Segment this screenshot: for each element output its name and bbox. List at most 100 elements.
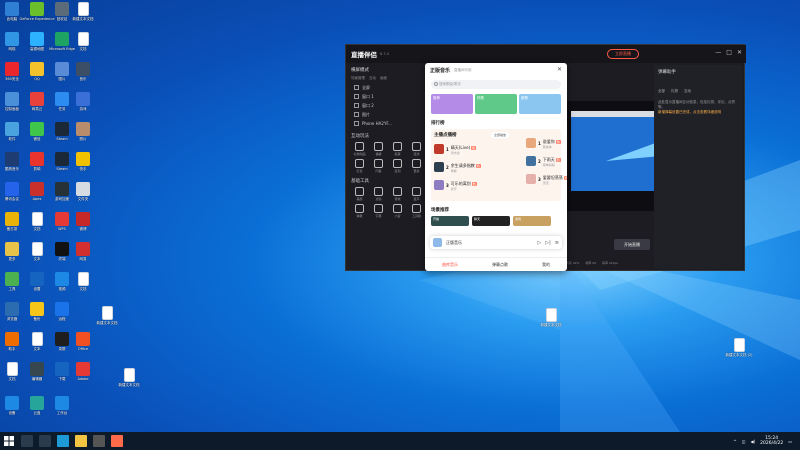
desktop-icon[interactable]: 360安全 [1,62,23,88]
sub-tab[interactable]: 场景管理 [351,76,365,81]
desktop-icon[interactable]: 设置 [26,272,48,298]
music-category-card[interactable]: 推荐 [431,94,473,114]
desktop-icon[interactable]: GeForce Experience [20,2,54,28]
tool-item[interactable]: 礼物动画 [351,142,368,156]
tool-item[interactable]: 音效 [389,187,406,201]
tool-item[interactable]: 滤镜 [370,187,387,201]
desktop-icon[interactable]: 图片 [51,62,73,88]
tool-item[interactable]: 更多 [408,159,425,173]
desktop-icon[interactable]: Microsoft Edge [49,32,75,58]
danmaku-tab[interactable]: 全部 [658,89,665,94]
start-button[interactable] [0,432,18,450]
tool-item[interactable]: 连线 [408,142,425,156]
tool-item[interactable]: 弹幕 [351,204,368,218]
sub-tab[interactable]: 互动 [369,76,376,81]
music-nav-item[interactable]: 我的 [542,262,550,268]
tool-item[interactable]: 问答 [370,159,387,173]
desktop-icon[interactable]: 微信 [26,122,48,148]
desktop-icon[interactable]: QQ [26,62,48,88]
source-checkbox[interactable] [354,85,359,90]
source-item[interactable]: 窗口 2 [351,101,426,110]
source-checkbox[interactable] [354,103,359,108]
music-category-card[interactable]: 热歌 [475,94,517,114]
source-item[interactable]: 图片 [351,110,426,119]
desktop-icon[interactable]: 新建文本文档 (2) [725,338,753,364]
volume-icon[interactable]: ◀) [751,439,756,444]
desktop-icon[interactable]: Office [72,332,94,358]
desktop-icon[interactable]: 游戏加速 [51,182,73,208]
scene-card[interactable]: 游戏 [513,216,551,226]
desktop-icon[interactable]: 剪映 [26,152,48,178]
desktop-icon[interactable]: 控制面板 [1,92,23,118]
desktop-icon[interactable]: 网易云 [26,92,48,118]
desktop-icon[interactable]: 高德地图 [26,32,48,58]
danmaku-tab[interactable]: 互动 [684,89,691,94]
minimize-icon[interactable]: — [715,49,721,56]
edge-icon[interactable] [57,435,69,447]
desktop-icon[interactable]: 视频 [51,272,73,298]
desktop-icon[interactable]: 新建文本文档 [118,368,140,394]
desktop-icon[interactable]: 助手 [1,332,23,358]
danmaku-tab[interactable]: 礼物 [671,89,678,94]
tray-chevron-icon[interactable]: ^ [733,439,736,444]
desktop-icon[interactable]: 软件 [1,122,23,148]
playlist-icon[interactable]: ≡ [555,240,559,246]
music-category-card[interactable]: 新歌 [519,94,561,114]
desktop-icon[interactable]: Steam [51,122,73,148]
desktop-icon[interactable]: 录屏 [51,332,73,358]
tool-item[interactable]: 字幕 [370,204,387,218]
network-icon[interactable]: ◫ [742,439,746,444]
desktop-icon[interactable]: 文档 [1,362,23,388]
desktop-icon[interactable]: 网络 [1,32,23,58]
search-icon[interactable] [21,435,33,447]
danmaku-link[interactable]: 新增弹幕设置已完成，点击查看详细说明 [658,110,721,114]
desktop-icon[interactable]: 备忘录 [1,212,23,238]
desktop-icon[interactable]: WPS [51,212,73,238]
desktop-icon[interactable]: 设备 [1,396,23,422]
source-checkbox[interactable] [354,112,359,117]
play-all-button[interactable]: 全部播放 [491,132,510,138]
desktop-icon[interactable]: 新建文本文档 [540,308,562,334]
music-nav-item[interactable]: 曲库音乐 [442,262,458,268]
music-search-input[interactable]: 搜索歌曲/歌手 [431,80,561,89]
tool-item[interactable]: 签到 [389,159,406,173]
desktop-icon[interactable]: 终端 [51,242,73,268]
tool-item[interactable]: 美颜 [351,187,368,201]
desktop-icon[interactable]: 文档 [72,32,94,58]
next-icon[interactable]: ▷| [545,240,551,246]
desktop-icon[interactable]: 此电脑 [1,2,23,28]
desktop-icon[interactable]: 文件夹 [72,182,94,208]
scene-mode-tab[interactable]: 横屏模式 [351,67,426,73]
desktop-icon[interactable]: 任务 [51,92,73,118]
app-icon[interactable] [93,435,105,447]
clock[interactable]: 15:24 2026/4/22 [760,436,783,446]
desktop-icon[interactable]: Steam [51,152,73,178]
tool-item[interactable]: 福袋 [370,142,387,156]
desktop-icon[interactable]: 回收站 [51,2,73,28]
music-nav-item[interactable]: 弹幕点歌 [492,262,508,268]
side-rank-row[interactable]: 2 下雨天新南拳妈妈 [526,154,567,168]
desktop-icon[interactable]: 微博 [72,212,94,238]
desktop-icon[interactable]: 网易 [72,242,94,268]
desktop-icon[interactable]: 音乐 [72,62,94,88]
task-view-icon[interactable] [39,435,51,447]
desktop-icon[interactable]: 新建文本文档 [72,2,94,28]
desktop-icon[interactable]: 快手 [72,152,94,178]
tool-item[interactable]: 投票 [389,142,406,156]
desktop-icon[interactable]: 酷狗音乐 [1,152,23,178]
desktop-icon[interactable]: 下载 [51,362,73,388]
desktop-icon[interactable]: 腾讯会议 [1,182,23,208]
desktop-icon[interactable]: 远程 [51,302,73,328]
source-item[interactable]: 窗口 1 [351,92,426,101]
play-icon[interactable]: ▷ [537,240,541,246]
music-close-icon[interactable]: ✕ [557,66,562,73]
live-app-icon[interactable] [111,435,123,447]
scene-card[interactable]: 聊天 [472,216,510,226]
explorer-icon[interactable] [75,435,87,447]
scene-card[interactable]: 开播 [431,216,469,226]
desktop-icon[interactable]: 更多 [1,242,23,268]
desktop-icon[interactable]: 新建文本文档 [96,306,118,332]
desktop-icon[interactable]: 备份 [26,302,48,328]
close-icon[interactable]: ✕ [737,49,742,56]
source-item[interactable]: Phone HA2YF... [351,119,426,128]
